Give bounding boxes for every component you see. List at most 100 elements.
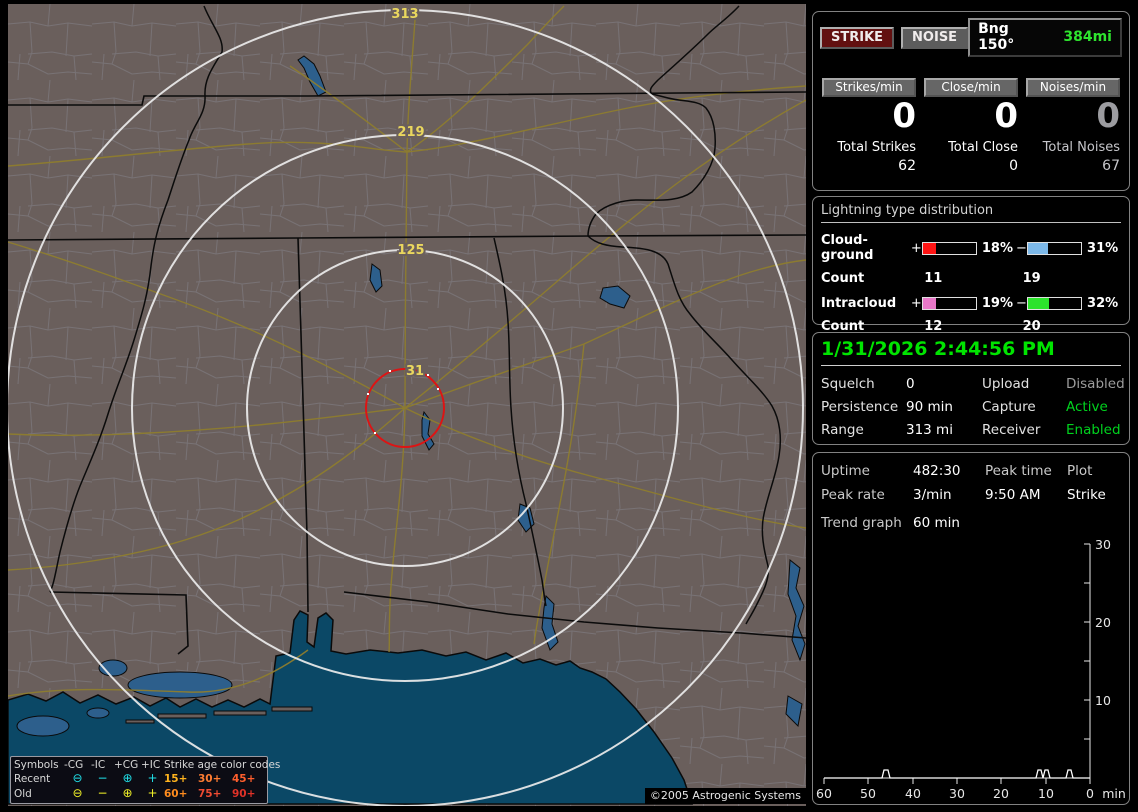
capture-status: Active bbox=[1066, 399, 1108, 415]
cg-positive-count: 11 bbox=[924, 271, 943, 286]
strike-map[interactable]: 313 219 125 31 Symbols -CG -IC +CG +IC S… bbox=[8, 4, 806, 806]
distribution-title: Lightning type distribution bbox=[821, 203, 1121, 223]
x-tick-60: 60 bbox=[816, 786, 832, 801]
age-75: 75+ bbox=[198, 788, 222, 801]
x-tick-30: 30 bbox=[949, 786, 965, 801]
noises-per-min-value: 0 bbox=[1096, 96, 1120, 136]
receiver-label: Receiver bbox=[982, 422, 1041, 438]
uptime-label: Uptime bbox=[821, 463, 870, 479]
cg-negative-pct: 31% bbox=[1087, 240, 1119, 256]
peak-time-value: 9:50 AM bbox=[985, 487, 1041, 503]
total-strikes-label: Total Strikes bbox=[837, 139, 916, 155]
distribution-panel: Lightning type distribution Cloud-ground… bbox=[812, 196, 1130, 334]
cloud-ground-label: Cloud-ground bbox=[821, 233, 874, 263]
minus-sign: − bbox=[1016, 296, 1027, 311]
age-60: 60+ bbox=[164, 788, 188, 801]
plus-sign: + bbox=[910, 296, 922, 311]
y-tick-20: 20 bbox=[1095, 615, 1111, 630]
ring-label-125: 125 bbox=[397, 243, 424, 258]
strikes-per-min-value: 0 bbox=[892, 96, 916, 136]
x-tick-50: 50 bbox=[860, 786, 876, 801]
ring-label-31: 31 bbox=[406, 364, 424, 379]
pos-ic-recent-icon: + bbox=[147, 771, 158, 786]
x-tick-0: 0 bbox=[1086, 786, 1094, 801]
cloud-ground-row: Cloud-ground + 18% − 31% bbox=[821, 233, 1121, 263]
intracloud-label: Intracloud bbox=[821, 296, 897, 311]
x-axis-unit: min bbox=[1102, 786, 1126, 801]
range-value: 384mi bbox=[1063, 29, 1112, 45]
range-label: Range bbox=[821, 422, 864, 438]
close-column: Close/min 0 Total Close 0 bbox=[924, 78, 1018, 174]
pos-cg-recent-icon: ⊕ bbox=[122, 771, 133, 786]
peak-rate-label: Peak rate bbox=[821, 487, 885, 503]
noises-per-min-button[interactable]: Noises/min bbox=[1026, 78, 1120, 97]
cg-positive-bar bbox=[922, 241, 977, 255]
age-30: 30+ bbox=[198, 773, 222, 786]
bearing-range-readout: Bng 150° 384mi bbox=[968, 18, 1122, 57]
cg-negative-count: 19 bbox=[1022, 271, 1041, 286]
x-tick-10: 10 bbox=[1038, 786, 1054, 801]
counters-panel: STRIKE NOISE Bng 150° 384mi Strikes/min … bbox=[812, 11, 1130, 191]
cg-negative-bar bbox=[1027, 241, 1083, 255]
strikes-column: Strikes/min 0 Total Strikes 62 bbox=[822, 78, 916, 174]
legend-col-pos-ic: +IC bbox=[141, 758, 161, 771]
pos-ic-old-icon: + bbox=[147, 786, 158, 801]
ic-negative-pct: 32% bbox=[1087, 296, 1119, 311]
uptime-value: 482:30 bbox=[913, 463, 961, 479]
legend-col-neg-ic: -IC bbox=[91, 758, 106, 771]
plot-label: Plot bbox=[1067, 463, 1093, 479]
noise-mode-button[interactable]: NOISE bbox=[901, 26, 969, 49]
legend-col-neg-cg: -CG bbox=[64, 758, 84, 771]
neg-cg-old-icon: ⊖ bbox=[72, 786, 83, 801]
receiver-status: Enabled bbox=[1066, 422, 1121, 438]
capture-label: Capture bbox=[982, 399, 1036, 415]
plot-mode-value: Strike bbox=[1067, 487, 1106, 503]
legend-col-pos-cg: +CG bbox=[114, 758, 139, 771]
map-canvas[interactable]: 313 219 125 31 bbox=[8, 4, 806, 806]
total-close-label: Total Close bbox=[948, 139, 1018, 155]
status-panel: 1/31/2026 2:44:56 PM Squelch 0 Upload Di… bbox=[812, 332, 1130, 445]
copyright-notice: ©2005 Astrogenic Systems bbox=[644, 788, 806, 804]
upload-label: Upload bbox=[982, 376, 1030, 392]
bearing-value: Bng 150° bbox=[978, 21, 1015, 53]
close-per-min-value: 0 bbox=[994, 96, 1018, 136]
neg-cg-recent-icon: ⊖ bbox=[72, 771, 83, 786]
legend-row-old-label: Old bbox=[14, 788, 32, 801]
legend-age-header: Strike age color codes bbox=[164, 758, 281, 771]
pos-cg-old-icon: ⊕ bbox=[122, 786, 133, 801]
minus-sign: − bbox=[1016, 240, 1027, 256]
ic-positive-bar bbox=[922, 297, 977, 310]
squelch-label: Squelch bbox=[821, 376, 875, 392]
legend-symbols-header: Symbols bbox=[14, 758, 59, 771]
ic-positive-pct: 19% bbox=[981, 296, 1013, 311]
range-setting-value: 313 mi bbox=[906, 422, 953, 438]
total-noises-value: 67 bbox=[1102, 157, 1120, 174]
upload-status: Disabled bbox=[1066, 376, 1125, 392]
x-tick-20: 20 bbox=[993, 786, 1009, 801]
neg-ic-recent-icon: − bbox=[97, 771, 108, 786]
strikes-per-min-button[interactable]: Strikes/min bbox=[822, 78, 916, 97]
age-15: 15+ bbox=[164, 773, 188, 786]
ring-label-313: 313 bbox=[391, 7, 418, 22]
map-legend: Symbols -CG -IC +CG +IC Strike age color… bbox=[10, 756, 281, 804]
ic-negative-bar bbox=[1027, 297, 1083, 310]
strike-rate-trace bbox=[824, 769, 1090, 779]
age-45: 45+ bbox=[232, 773, 256, 786]
cg-count-label: Count bbox=[821, 271, 865, 286]
ring-label-219: 219 bbox=[397, 125, 424, 140]
persistence-label: Persistence bbox=[821, 399, 899, 415]
y-tick-10: 10 bbox=[1095, 693, 1111, 708]
squelch-value: 0 bbox=[906, 376, 915, 392]
peak-rate-value: 3/min bbox=[913, 487, 952, 503]
close-per-min-button[interactable]: Close/min bbox=[924, 78, 1018, 97]
noises-column: Noises/min 0 Total Noises 67 bbox=[1026, 78, 1120, 174]
cg-positive-pct: 18% bbox=[981, 240, 1013, 256]
total-close-value: 0 bbox=[1009, 157, 1018, 174]
cloud-ground-count-row: Count 11 19 bbox=[821, 271, 1121, 286]
app-window: 313 219 125 31 Symbols -CG -IC +CG +IC S… bbox=[0, 0, 1138, 812]
legend-row-recent-label: Recent bbox=[14, 773, 51, 786]
trend-panel: Uptime 482:30 Peak time Plot Peak rate 3… bbox=[812, 452, 1130, 805]
total-strikes-value: 62 bbox=[898, 157, 916, 174]
neg-ic-old-icon: − bbox=[97, 786, 108, 801]
strike-mode-button[interactable]: STRIKE bbox=[820, 26, 895, 49]
